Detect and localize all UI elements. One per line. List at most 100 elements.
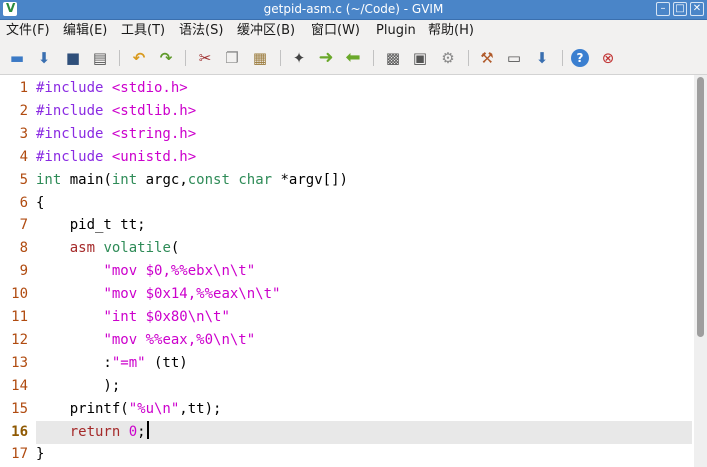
find-next-icon[interactable]: ➜: [316, 48, 336, 68]
code-line[interactable]: 13 :"=m" (tt): [0, 352, 694, 375]
load-script-icon[interactable]: ▩: [383, 48, 403, 68]
find-prev-icon[interactable]: ⬅: [343, 48, 363, 68]
save-icon[interactable]: ■: [63, 48, 83, 68]
code-token: );: [36, 377, 121, 394]
code-line[interactable]: 3 #include <string.h>: [0, 123, 694, 146]
code-line[interactable]: 7 pid_t tt;: [0, 214, 694, 237]
toolbar-separator: [468, 50, 469, 66]
code-token: (: [170, 240, 180, 257]
menu-file[interactable]: 文件(F): [6, 23, 50, 39]
scrollbar-thumb[interactable]: [697, 77, 704, 337]
code-token: int: [36, 171, 62, 188]
code-token: "mov $0,%%ebx\n\t": [103, 263, 256, 280]
line-number: 5: [19, 171, 28, 188]
toolbar-separator: [119, 50, 120, 66]
redo-icon[interactable]: ↷: [156, 48, 176, 68]
line-number: 17: [11, 446, 28, 463]
open-icon[interactable]: ▬: [7, 48, 27, 68]
code-token: volatile: [103, 240, 171, 257]
code-token: int: [111, 171, 138, 188]
close-icon[interactable]: ✕: [690, 2, 704, 16]
code-text: #include <unistd.h>: [36, 146, 196, 169]
code-token: <unistd.h>: [111, 148, 197, 165]
code-token: "mov %%eax,%0\n\t": [103, 331, 256, 348]
code-text: "mov $0x14,%%eax\n\t": [36, 283, 280, 306]
code-token: (tt): [145, 354, 188, 371]
toolbar: ▬ ⬇ ■ ▤ ↶ ↷ ✂ ❐ ▦ ✦ ➜ ⬅ ▩ ▣ ⚙ ⚒ ▭ ⬇ ? ⊗: [0, 42, 707, 75]
code-line[interactable]: 1 #include <stdio.h>: [0, 77, 694, 100]
menu-buffers[interactable]: 缓冲区(B): [237, 23, 295, 39]
code-token: asm: [69, 240, 96, 257]
run-script-icon[interactable]: ⚙: [438, 48, 458, 68]
undo-icon[interactable]: ↶: [129, 48, 149, 68]
code-token: :: [36, 354, 112, 371]
maximize-icon[interactable]: □: [673, 2, 687, 16]
menu-plugin[interactable]: Plugin: [376, 23, 416, 39]
ctags-icon[interactable]: ⬇: [532, 48, 552, 68]
code-token: return: [69, 423, 121, 440]
menu-edit[interactable]: 编辑(E): [63, 23, 107, 39]
code-token: #include: [36, 80, 112, 96]
code-line[interactable]: 10 "mov $0x14,%%eax\n\t": [0, 283, 694, 306]
menu-tools[interactable]: 工具(T): [121, 23, 165, 39]
code-line[interactable]: 16 return 0;: [0, 420, 694, 444]
line-number: 6: [19, 194, 28, 211]
code-line[interactable]: 15 printf("%u\n",tt);: [0, 398, 694, 421]
code-line[interactable]: 8 asm volatile(: [0, 237, 694, 260]
line-number: 8: [19, 240, 28, 257]
code-text: {: [36, 192, 44, 215]
code-line[interactable]: 14 );: [0, 375, 694, 398]
code-text: pid_t tt;: [36, 214, 146, 237]
menu-window[interactable]: 窗口(W): [311, 23, 360, 39]
find-replace-icon[interactable]: ✦: [289, 48, 309, 68]
save-session-icon[interactable]: ▣: [410, 48, 430, 68]
make-icon[interactable]: ⚒: [477, 48, 497, 68]
code-line[interactable]: 2 #include <stdlib.h>: [0, 100, 694, 123]
code-line[interactable]: 5 int main(int argc,const char *argv[]): [0, 169, 694, 192]
menu-syntax[interactable]: 语法(S): [179, 23, 223, 39]
code-line[interactable]: 17}: [0, 443, 694, 466]
code-token: {: [36, 194, 45, 211]
code-editor[interactable]: 1 #include <stdio.h> 2 #include <stdlib.h> 3…: [0, 75, 694, 467]
shell-icon[interactable]: ▭: [504, 48, 524, 68]
copy-icon[interactable]: ❐: [222, 48, 242, 68]
vertical-scrollbar[interactable]: [694, 75, 707, 467]
code-token: printf(: [36, 400, 129, 417]
paste-icon[interactable]: ▦: [250, 48, 270, 68]
help-icon[interactable]: ?: [571, 49, 589, 67]
code-token: #include: [36, 148, 112, 165]
code-text: asm volatile(: [36, 237, 180, 260]
line-number: 1: [19, 80, 28, 96]
code-token: "%u\n": [128, 400, 180, 417]
line-number: 4: [19, 148, 28, 165]
code-token: <stdio.h>: [111, 80, 188, 96]
line-number: 15: [11, 400, 28, 417]
code-line[interactable]: 12 "mov %%eax,%0\n\t": [0, 329, 694, 352]
code-line[interactable]: 4 #include <unistd.h>: [0, 146, 694, 169]
code-token: pid_t tt;: [36, 217, 146, 234]
print-icon[interactable]: ▤: [90, 48, 110, 68]
code-line[interactable]: 9 "mov $0,%%ebx\n\t": [0, 260, 694, 283]
line-number: 13: [11, 354, 28, 371]
code-text: return 0;: [36, 420, 149, 444]
code-text: #include <stdlib.h>: [36, 100, 196, 123]
code-text: );: [36, 375, 120, 398]
minimize-icon[interactable]: –: [656, 2, 670, 16]
code-text: int main(int argc,const char *argv[]): [36, 169, 348, 192]
code-line[interactable]: 11 "int $0x80\n\t": [0, 306, 694, 329]
code-token: ,tt);: [179, 400, 222, 417]
line-number: 14: [11, 377, 28, 394]
load-session-icon[interactable]: ⬇: [34, 48, 54, 68]
code-text: "int $0x80\n\t": [36, 306, 229, 329]
code-line[interactable]: 6{: [0, 192, 694, 215]
cut-icon[interactable]: ✂: [195, 48, 215, 68]
line-number: 12: [11, 331, 28, 348]
code-token: "=m": [111, 354, 146, 371]
toolbar-separator: [562, 50, 563, 66]
menu-help[interactable]: 帮助(H): [428, 23, 474, 39]
find-help-icon[interactable]: ⊗: [598, 48, 618, 68]
